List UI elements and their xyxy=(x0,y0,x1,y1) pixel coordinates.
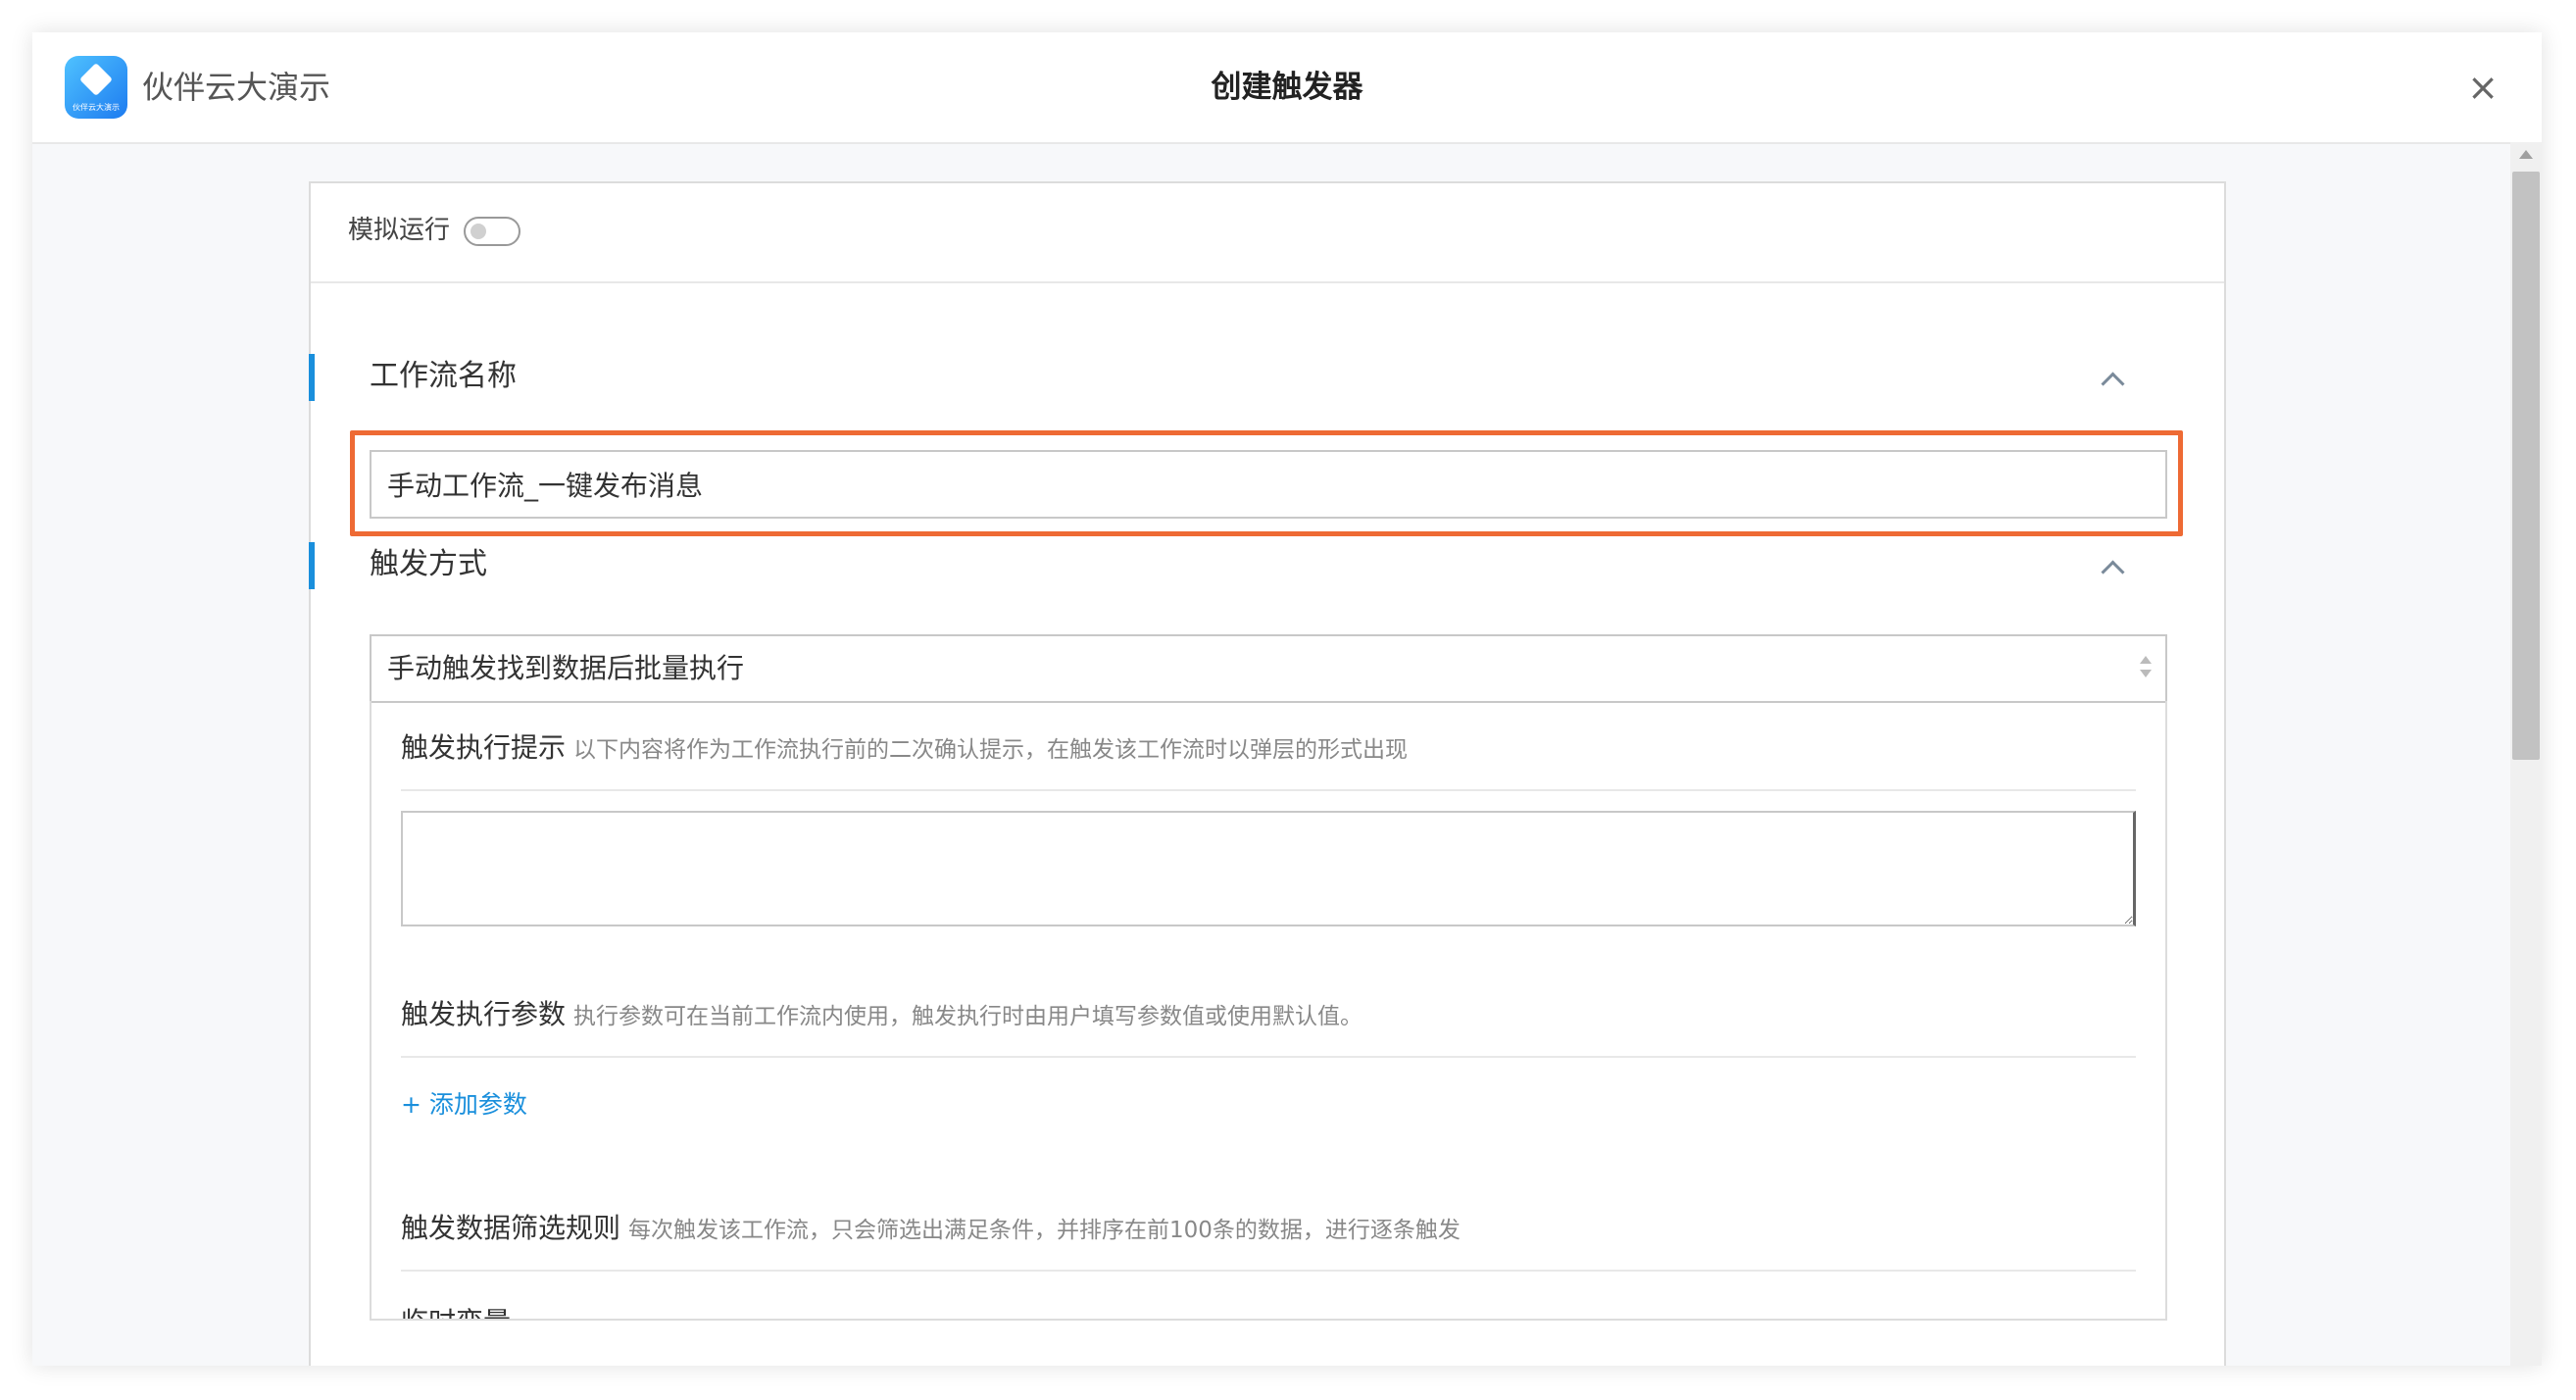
add-param-link[interactable]: + 添加参数 xyxy=(401,1087,527,1123)
temp-vars-title: 临时变量 xyxy=(401,1303,511,1319)
trigger-prompt-hint: 以下内容将作为工作流执行前的二次确认提示，在触发该工作流时以弹层的形式出现 xyxy=(573,737,1409,763)
trigger-method-select[interactable]: 手动触发找到数据后批量执行 xyxy=(370,634,2167,703)
trigger-settings-box: 触发执行提示 以下内容将作为工作流执行前的二次确认提示，在触发该工作流时以弹层的形… xyxy=(370,701,2167,1321)
section-accent-bar xyxy=(309,354,315,401)
scroll-up-arrow-icon[interactable] xyxy=(2519,150,2533,159)
workflow-name-input[interactable] xyxy=(370,450,2167,519)
dialog-window: 伙伴云大演示 伙伴云大演示 创建触发器 × 模拟运行 工作流名称 触发方式 手动… xyxy=(32,32,2542,1366)
trigger-params-title: 触发执行参数 执行参数可在当前工作流内使用，触发执行时由用户填写参数值或使用默认值… xyxy=(401,998,1363,1030)
section-title-workflow-name: 工作流名称 xyxy=(370,359,517,393)
trigger-method-selected: 手动触发找到数据后批量执行 xyxy=(387,652,745,684)
section-title-trigger-method: 触发方式 xyxy=(370,547,487,581)
close-icon[interactable]: × xyxy=(2463,68,2502,107)
trigger-prompt-title: 触发执行提示 以下内容将作为工作流执行前的二次确认提示，在触发该工作流时以弹层的形… xyxy=(401,731,1409,764)
scrollbar-thumb[interactable] xyxy=(2512,172,2540,760)
select-arrow-up-icon xyxy=(2140,656,2152,664)
trigger-params-header: 触发执行参数 执行参数可在当前工作流内使用，触发执行时由用户填写参数值或使用默认值… xyxy=(401,968,2136,1058)
collapse-chevron-up-icon[interactable] xyxy=(2101,372,2125,396)
form-panel: 模拟运行 工作流名称 触发方式 手动触发找到数据后批量执行 触发执行提示以下内容… xyxy=(309,181,2226,1366)
section-accent-bar xyxy=(309,542,315,589)
filter-rules-hint: 每次触发该工作流，只会筛选出满足条件，并排序在前100条的数据，进行逐条触发 xyxy=(628,1218,1461,1243)
vertical-scrollbar[interactable] xyxy=(2510,142,2542,1366)
simulate-run-toggle[interactable] xyxy=(464,217,520,246)
dialog-title: 创建触发器 xyxy=(1211,70,1363,105)
collapse-chevron-up-icon[interactable] xyxy=(2101,560,2125,584)
simulate-run-row: 模拟运行 xyxy=(311,183,2224,283)
filter-rules-title: 触发数据筛选规则 每次触发该工作流，只会筛选出满足条件，并排序在前100条的数据，… xyxy=(401,1212,1461,1244)
title-bar: 伙伴云大演示 伙伴云大演示 创建触发器 × xyxy=(32,32,2542,144)
select-arrow-down-icon xyxy=(2140,670,2152,677)
simulate-run-label: 模拟运行 xyxy=(348,216,451,245)
trigger-prompt-header: 触发执行提示 以下内容将作为工作流执行前的二次确认提示，在触发该工作流时以弹层的形… xyxy=(401,701,2136,791)
toggle-knob xyxy=(471,224,486,239)
trigger-prompt-textarea[interactable] xyxy=(401,811,2136,926)
filter-rules-header: 触发数据筛选规则 每次触发该工作流，只会筛选出满足条件，并排序在前100条的数据，… xyxy=(401,1181,2136,1272)
trigger-params-hint: 执行参数可在当前工作流内使用，触发执行时由用户填写参数值或使用默认值。 xyxy=(573,1004,1363,1029)
